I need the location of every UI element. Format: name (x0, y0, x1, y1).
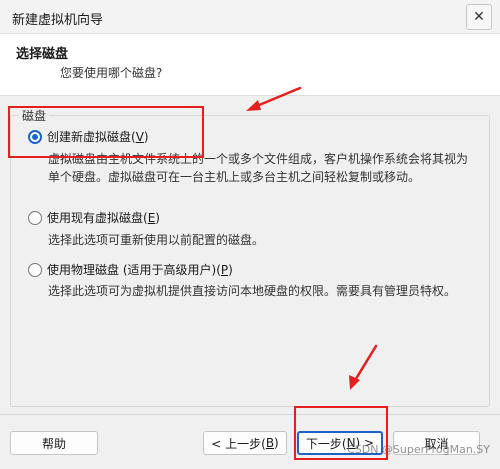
radio-button[interactable] (28, 262, 42, 277)
radio-button[interactable] (28, 210, 42, 225)
page-subtitle: 您要使用哪个磁盘? (60, 66, 163, 80)
close-button[interactable]: ✕ (466, 4, 492, 30)
radio-use-physical-disk[interactable]: 使用物理磁盘 (适用于高级用户)(P) (28, 261, 233, 278)
back-button[interactable]: < 上一步(B) (203, 431, 287, 455)
wizard-footer: 帮助 < 上一步(B) 下一步(N) > 取消 (0, 414, 500, 469)
window-title: 新建虚拟机向导 (12, 13, 104, 28)
annotation-box-next (294, 406, 388, 460)
title-bar: 新建虚拟机向导 ✕ (0, 0, 500, 34)
option-description: 选择此选项可重新使用以前配置的磁盘。 (48, 233, 265, 247)
option-label: 使用现有虚拟磁盘(E) (47, 211, 160, 225)
help-button[interactable]: 帮助 (10, 431, 98, 455)
option-description: 选择此选项可为虚拟机提供直接访问本地硬盘的权限。需要具有管理员特权。 (48, 284, 457, 298)
option-label: 使用物理磁盘 (适用于高级用户)(P) (47, 263, 233, 277)
page-title: 选择磁盘 (16, 47, 69, 62)
wizard-header: 选择磁盘 您要使用哪个磁盘? (0, 34, 500, 96)
close-icon: ✕ (473, 9, 485, 25)
annotation-box-create-disk (8, 106, 204, 158)
radio-use-existing-disk[interactable]: 使用现有虚拟磁盘(E) (28, 209, 160, 226)
